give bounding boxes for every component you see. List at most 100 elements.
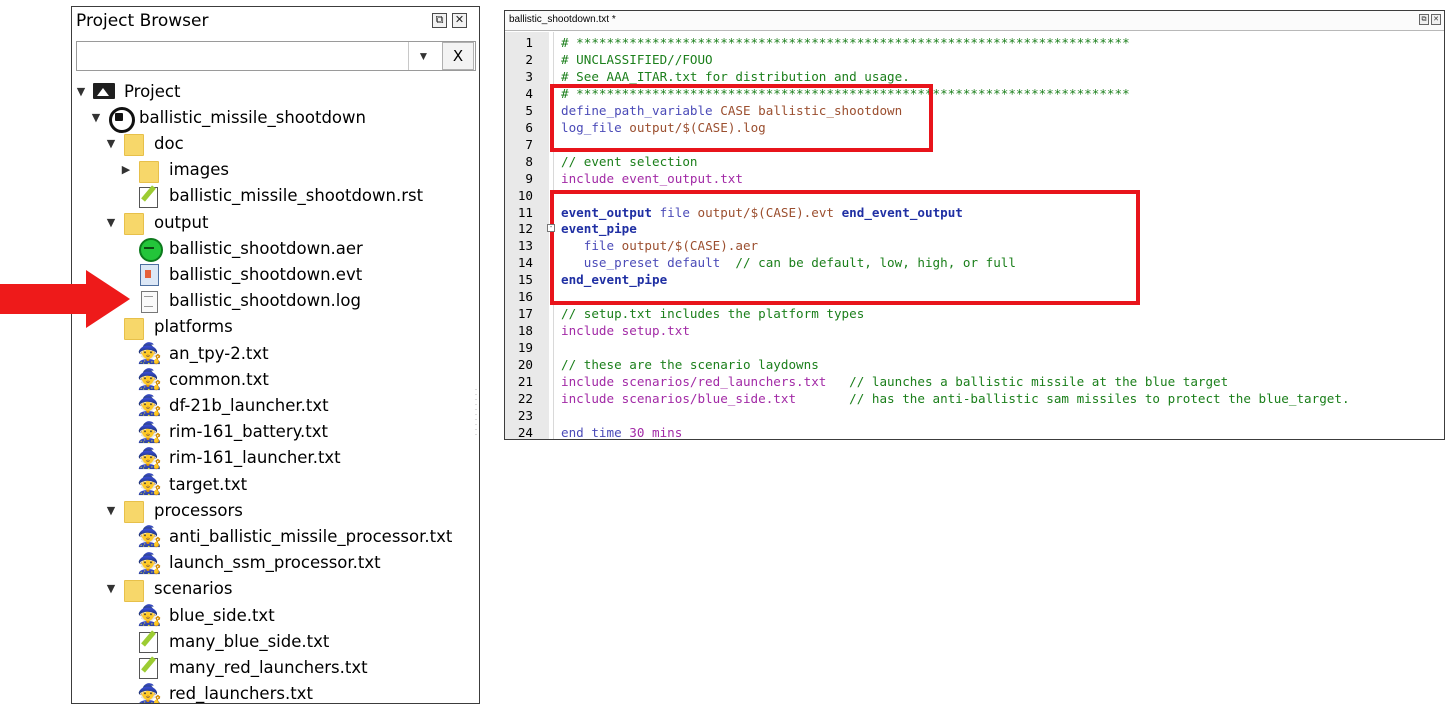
code-line[interactable]: include scenarios/blue_side.txt // has t… xyxy=(554,390,1444,407)
tree-item[interactable]: ▼ doc xyxy=(104,130,184,157)
line-number: 19 xyxy=(517,340,533,356)
code-token: 30 mins xyxy=(621,424,683,440)
editor-float-button[interactable]: ⧉ xyxy=(1419,14,1429,25)
folder-icon xyxy=(122,498,146,524)
collapse-icon[interactable]: ▼ xyxy=(104,582,118,595)
tree-item[interactable]: ▼ processors xyxy=(104,497,243,524)
tree-item-label: launch_ssm_processor.txt xyxy=(169,553,381,573)
code-token: include setup.txt xyxy=(561,323,690,339)
code-token: # **************************************… xyxy=(561,35,1130,50)
editor-tab-title: ballistic_shootdown.txt * xyxy=(509,14,616,25)
code-line[interactable]: # **************************************… xyxy=(554,34,1444,51)
editor-tab[interactable]: ballistic_shootdown.txt * ⧉ ✕ xyxy=(505,11,1444,31)
tree-item[interactable]: ▼ scenarios xyxy=(104,576,232,602)
tree-item[interactable]: many_red_launchers.txt xyxy=(119,654,368,680)
code-line[interactable]: include event_output.txt xyxy=(554,170,1444,187)
tree-item[interactable]: ballistic_missile_shootdown.rst xyxy=(119,183,423,209)
tree-item[interactable]: ▼ Project xyxy=(74,78,181,104)
code-token: include scenarios/red_launchers.txt xyxy=(561,374,827,389)
collapse-icon[interactable]: ▼ xyxy=(104,216,118,229)
code-token: // launches a ballistic missile at the b… xyxy=(826,374,1229,389)
line-number: 14 xyxy=(517,255,533,271)
line-number: 9 xyxy=(525,170,533,186)
code-line[interactable] xyxy=(554,339,1444,356)
doc-icon xyxy=(137,289,161,313)
code-line[interactable] xyxy=(554,407,1444,424)
code-line[interactable]: // these are the scenario laydowns xyxy=(554,356,1444,373)
close-panel-button[interactable]: ✕ xyxy=(452,13,467,28)
filter-clear-button[interactable]: X xyxy=(442,42,474,70)
tree-item-label: rim-161_battery.txt xyxy=(169,422,328,442)
collapse-icon[interactable]: ▼ xyxy=(89,111,103,124)
code-line[interactable]: // setup.txt includes the platform types xyxy=(554,305,1444,322)
collapse-icon[interactable]: ▼ xyxy=(104,137,118,150)
splitter-handle[interactable]: · · · · · · · · · · xyxy=(473,385,479,447)
tree-item[interactable]: ballistic_shootdown.evt xyxy=(119,261,362,287)
line-number: 1 xyxy=(525,35,533,50)
code-line[interactable]: // event selection xyxy=(554,153,1444,170)
highlight-box-event-output xyxy=(550,190,1140,305)
code-line[interactable]: # See AAA_ITAR.txt for distribution and … xyxy=(554,68,1444,85)
line-number: 20 xyxy=(517,357,533,373)
project-browser-title: Project Browser xyxy=(72,7,479,35)
code-token: # UNCLASSIFIED//FOUO xyxy=(561,51,713,67)
fold-toggle-icon[interactable]: - xyxy=(547,224,555,233)
code-line[interactable]: end_time 30 mins xyxy=(554,424,1444,440)
tree-item[interactable]: 🧙 df-21b_launcher.txt xyxy=(119,392,329,418)
line-number: 8 xyxy=(525,153,533,169)
folder-icon xyxy=(122,210,146,235)
line-number: 16 xyxy=(517,289,533,305)
line-number: 5 xyxy=(525,102,533,118)
filter-dropdown-button[interactable]: ▼ xyxy=(408,42,438,70)
collapse-icon[interactable]: ▼ xyxy=(74,85,88,98)
tree-item-label: red_launchers.txt xyxy=(169,684,313,704)
tree-item-label: many_blue_side.txt xyxy=(169,631,330,651)
tree-item-label: rim-161_launcher.txt xyxy=(169,448,341,468)
line-number: 4 xyxy=(525,85,533,101)
tree-item-label: ballistic_missile_shootdown.rst xyxy=(169,186,424,206)
line-number-gutter: 1 2 3 4 5 6 7 8 9 10 11 12 13 14 15 16 17 18 19 20 21 22 23 24 xyxy=(505,32,549,439)
code-token: # See AAA_ITAR.txt for distribution and … xyxy=(561,68,910,84)
tree-item[interactable]: many_blue_side.txt xyxy=(119,628,329,654)
wizard-icon: 🧙 xyxy=(137,472,162,496)
line-number: 10 xyxy=(517,187,533,203)
project-icon xyxy=(92,79,116,103)
tree-item[interactable]: ▼ ballistic_missile_shootdown xyxy=(89,104,366,134)
tree-item-label: target.txt xyxy=(169,474,248,494)
tree-item[interactable]: 🧙 target.txt xyxy=(119,471,247,497)
code-token: end_time xyxy=(561,424,622,440)
tree-item-label: ballistic_shootdown.log xyxy=(169,291,361,311)
code-line[interactable]: include setup.txt xyxy=(554,322,1444,339)
tree-item[interactable]: 🧙 launch_ssm_processor.txt xyxy=(119,550,381,576)
tree-item[interactable]: 🧙 anti_ballistic_missile_processor.txt xyxy=(119,523,452,549)
code-token: include event_output.txt xyxy=(561,170,743,186)
tree-item[interactable]: ballistic_shootdown.log xyxy=(119,288,361,314)
tree-item-label: an_tpy-2.txt xyxy=(169,343,269,363)
line-number: 11 xyxy=(517,204,533,220)
tree-item[interactable]: 🧙 an_tpy-2.txt xyxy=(119,340,269,366)
tree-item-label: df-21b_launcher.txt xyxy=(169,395,329,415)
wizard-icon: 🧙 xyxy=(137,367,162,392)
tree-item[interactable]: 🧙 blue_side.txt xyxy=(119,602,275,628)
editor-close-button[interactable]: ✕ xyxy=(1431,14,1441,25)
tree-item[interactable]: ballistic_shootdown.aer xyxy=(119,235,363,263)
float-panel-button[interactable]: ⧉ xyxy=(432,13,447,28)
line-number: 6 xyxy=(525,119,533,135)
line-number: 7 xyxy=(525,136,533,152)
expand-icon[interactable]: ▶ xyxy=(119,163,133,176)
editor-panel: ballistic_shootdown.txt * ⧉ ✕ 1234567891… xyxy=(504,10,1445,440)
line-number: 23 xyxy=(517,407,533,423)
tree-item-label: blue_side.txt xyxy=(169,605,275,625)
tree-item[interactable]: 🧙 red_launchers.txt xyxy=(119,681,313,704)
collapse-icon[interactable]: ▼ xyxy=(104,504,118,517)
tree-item[interactable]: ▼ output xyxy=(104,209,208,235)
tree-item[interactable]: 🧙 rim-161_launcher.txt xyxy=(119,445,341,471)
tree-item[interactable]: 🧙 rim-161_battery.txt xyxy=(119,419,328,445)
code-line[interactable]: # UNCLASSIFIED//FOUO xyxy=(554,51,1444,68)
tree-item[interactable]: ▶ images xyxy=(119,157,229,183)
tree-item[interactable]: 🧙 common.txt xyxy=(119,366,269,392)
tree-item-label: scenarios xyxy=(154,579,233,599)
code-token: // setup.txt includes the platform types xyxy=(561,306,865,322)
edit-icon xyxy=(137,184,161,208)
code-line[interactable]: include scenarios/red_launchers.txt // l… xyxy=(554,373,1444,390)
